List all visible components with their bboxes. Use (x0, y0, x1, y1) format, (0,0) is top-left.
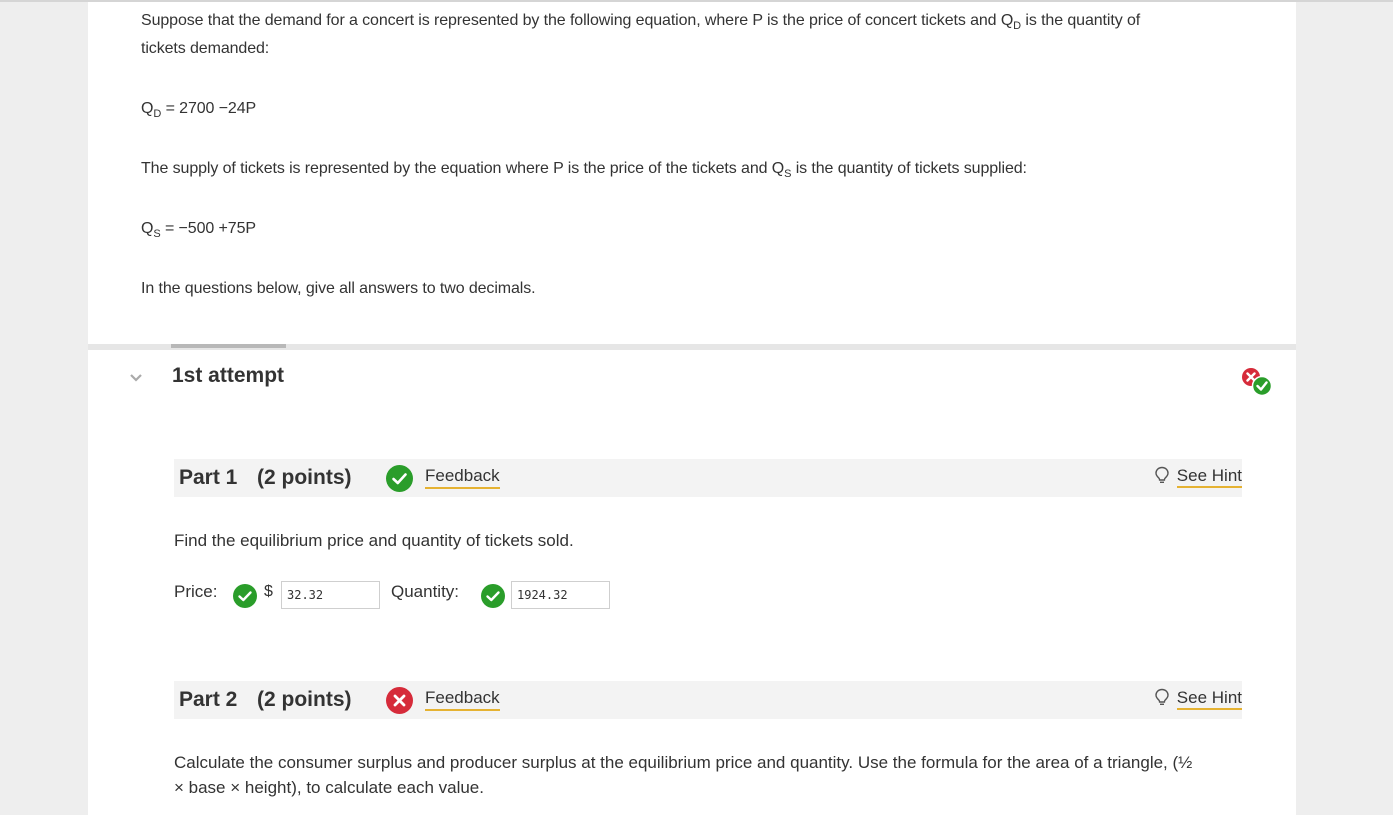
supply-intro: The supply of tickets is represented by … (141, 154, 1027, 185)
part-1-points: (2 points) (257, 466, 352, 489)
supply-subscript: S (153, 228, 161, 240)
attempt-tab-indicator (171, 344, 286, 348)
supply-equation: QS = −500 +75P (141, 214, 256, 245)
problem-intro-text: Suppose that the demand for a concert is… (141, 12, 1014, 29)
subscript-d: D (1013, 20, 1022, 32)
problem-statement-card: Suppose that the demand for a concert is… (88, 2, 1296, 344)
lightbulb-icon (1154, 688, 1170, 706)
lightbulb-icon (1154, 466, 1170, 484)
demand-equation: QD = 2700 −24P (141, 94, 256, 125)
price-label: Price: (174, 582, 218, 601)
quantity-label: Quantity: (391, 582, 460, 601)
part-2-hint-label: See Hint (1176, 688, 1242, 710)
part-1-title: Part 1 (179, 466, 238, 489)
problem-intro: Suppose that the demand for a concert is… (141, 6, 1140, 37)
supply-intro-text: The supply of tickets is represented by … (141, 160, 785, 177)
part-2-question-line2: × base × height), to calculate each valu… (174, 778, 484, 797)
part-2-points: (2 points) (257, 688, 352, 711)
part-2-title: Part 2 (179, 688, 238, 711)
chevron-down-icon[interactable] (128, 370, 148, 390)
part-1-question: Find the equilibrium price and quantity … (174, 531, 574, 550)
part-2-feedback-link[interactable]: Feedback (425, 688, 500, 711)
problem-intro-line2: tickets demanded: (141, 40, 270, 57)
price-input[interactable]: 32.32 (281, 581, 380, 609)
quantity-correct-check-icon (481, 584, 505, 608)
demand-subscript: D (153, 108, 162, 120)
incorrect-x-icon (386, 687, 413, 714)
price-correct-check-icon (233, 584, 257, 608)
correct-check-icon (386, 465, 413, 492)
supply-intro-text-end: is the quantity of tickets supplied: (791, 160, 1027, 177)
part-1-header: Part 1 (2 points) Feedback See Hint (174, 459, 1242, 497)
supply-rhs: = −500 +75P (160, 220, 256, 237)
part-2-question-line1: Calculate the consumer surplus and produ… (174, 753, 1193, 772)
demand-rhs: = 2700 −24P (161, 100, 257, 117)
supply-q: Q (141, 220, 154, 237)
currency-symbol: $ (264, 583, 273, 600)
attempt-title[interactable]: 1st attempt (172, 364, 284, 388)
part-2-see-hint-button[interactable]: See Hint (1154, 688, 1242, 710)
part-1-see-hint-button[interactable]: See Hint (1154, 466, 1242, 488)
mixed-result-icon (1241, 367, 1275, 397)
problem-intro-text-end: is the quantity of (1021, 12, 1141, 29)
quantity-input[interactable]: 1924.32 (511, 581, 610, 609)
demand-q: Q (141, 100, 154, 117)
subscript-s: S (784, 168, 792, 180)
attempt-card: 1st attempt Part 1 (2 points) Feedback S… (88, 344, 1296, 815)
instruction-text: In the questions below, give all answers… (141, 280, 536, 297)
part-1-feedback-link[interactable]: Feedback (425, 466, 500, 489)
part-1-hint-label: See Hint (1176, 466, 1242, 488)
part-2-header: Part 2 (2 points) Feedback See Hint (174, 681, 1242, 719)
